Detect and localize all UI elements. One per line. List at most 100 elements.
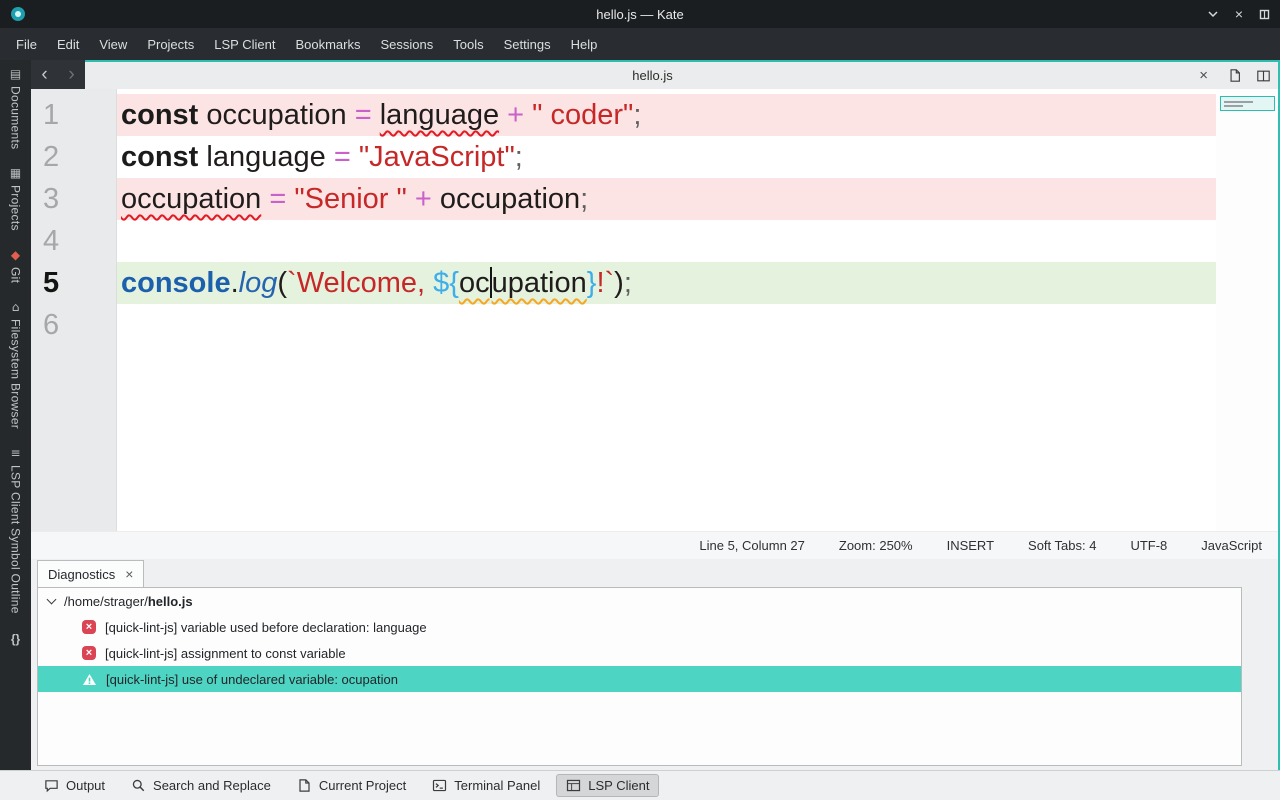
code-line-3[interactable]: occupation = "Senior " + occupation; xyxy=(117,178,1216,220)
new-document-icon[interactable] xyxy=(1220,62,1249,89)
toolbar-terminal-panel[interactable]: Terminal Panel xyxy=(422,774,550,797)
menubar: FileEditViewProjectsLSP ClientBookmarksS… xyxy=(0,28,1280,60)
code-token: occupation xyxy=(198,99,354,131)
diagnostics-close-icon[interactable]: × xyxy=(125,566,133,582)
toolbar-lsp-client[interactable]: LSP Client xyxy=(556,774,659,797)
code-token: ; xyxy=(515,141,523,173)
code-token xyxy=(351,141,359,173)
toolbar-search-and-replace[interactable]: Search and Replace xyxy=(121,774,281,797)
code-token xyxy=(499,99,507,131)
code-token: const xyxy=(121,141,198,173)
diagnostic-row[interactable]: [quick-lint-js] use of undeclared variab… xyxy=(38,666,1241,692)
diagnostics-panel: Diagnostics × /home/strager/hello.js ×[q… xyxy=(31,559,1278,770)
tab-close-icon[interactable]: × xyxy=(1199,67,1208,84)
status-zoom-level[interactable]: Zoom: 250% xyxy=(839,538,913,553)
terminal-icon xyxy=(432,778,447,793)
file-path: /home/strager/hello.js xyxy=(64,594,193,609)
code-area[interactable]: const occupation = language + " coder";c… xyxy=(117,89,1216,531)
tab-diagnostics[interactable]: Diagnostics × xyxy=(37,560,144,587)
editor[interactable]: 123456 const occupation = language + " c… xyxy=(31,89,1278,531)
code-line-2[interactable]: const language = "JavaScript"; xyxy=(117,136,1216,178)
code-token: ${ xyxy=(433,267,459,299)
shade-window-icon[interactable] xyxy=(1207,8,1219,20)
forward-icon[interactable]: › xyxy=(58,60,85,89)
code-token: !` xyxy=(596,267,614,299)
menu-view[interactable]: View xyxy=(89,28,137,60)
braces-icon[interactable]: {} xyxy=(11,632,20,646)
panel-tabbar: Diagnostics × xyxy=(31,559,1278,587)
code-token: + xyxy=(507,99,524,131)
menu-lsp-client[interactable]: LSP Client xyxy=(204,28,285,60)
menu-tools[interactable]: Tools xyxy=(443,28,493,60)
menu-help[interactable]: Help xyxy=(561,28,608,60)
tab-label: hello.js xyxy=(85,68,1220,83)
code-token: = xyxy=(269,183,286,215)
git-icon: ◆ xyxy=(11,249,20,261)
code-line-4[interactable] xyxy=(117,220,1216,262)
menu-bookmarks[interactable]: Bookmarks xyxy=(285,28,370,60)
code-token: " coder" xyxy=(532,99,633,131)
projects-icon: ▦ xyxy=(10,167,21,179)
maximize-window-icon[interactable] xyxy=(1259,9,1270,20)
status-encoding[interactable]: UTF-8 xyxy=(1130,538,1167,553)
code-token xyxy=(524,99,532,131)
symbol-outline-icon: ≡ xyxy=(10,447,20,459)
diagnostic-row[interactable]: ×[quick-lint-js] assignment to const var… xyxy=(38,640,1241,666)
sidebar-item-label: LSP Client Symbol Outline xyxy=(9,465,23,614)
left-sidebar: ▤Documents ▦Projects ◆Git ⌂Filesystem Brows… xyxy=(0,60,31,770)
minimap-viewport[interactable] xyxy=(1220,96,1275,111)
sidebar-item-label: Documents xyxy=(9,86,23,149)
toolbar-button-label: Output xyxy=(66,778,105,793)
error-icon: × xyxy=(82,620,96,634)
code-token: upation xyxy=(492,267,587,299)
statusbar: Line 5, Column 27 Zoom: 250% INSERT Soft Ta… xyxy=(31,531,1278,559)
status-syntax-mode[interactable]: JavaScript xyxy=(1201,538,1262,553)
line-number: 4 xyxy=(31,220,116,262)
code-token: = xyxy=(334,141,351,173)
sidebar-item-filesystem-browser[interactable]: ⌂Filesystem Browser xyxy=(9,301,23,429)
sidebar-item-documents[interactable]: ▤Documents xyxy=(9,68,23,149)
code-line-6[interactable] xyxy=(117,304,1216,346)
status-tab-settings[interactable]: Soft Tabs: 4 xyxy=(1028,538,1096,553)
code-token: "Senior " xyxy=(294,183,406,215)
line-number: 1 xyxy=(31,94,116,136)
menu-file[interactable]: File xyxy=(6,28,47,60)
status-cursor-position[interactable]: Line 5, Column 27 xyxy=(699,538,805,553)
code-token: language xyxy=(198,141,333,173)
status-input-mode[interactable]: INSERT xyxy=(947,538,994,553)
menu-edit[interactable]: Edit xyxy=(47,28,89,60)
menu-settings[interactable]: Settings xyxy=(494,28,561,60)
toolbar-button-label: Search and Replace xyxy=(153,778,271,793)
diagnostic-row[interactable]: ×[quick-lint-js] variable used before de… xyxy=(38,614,1241,640)
tab-zone: hello.js × xyxy=(85,60,1278,89)
code-token: occupation xyxy=(432,183,580,215)
menu-projects[interactable]: Projects xyxy=(137,28,204,60)
code-token: language xyxy=(380,99,499,131)
titlebar: hello.js — Kate × xyxy=(0,0,1280,28)
code-token: } xyxy=(587,267,597,299)
code-token: . xyxy=(231,267,239,299)
toolbar-output[interactable]: Output xyxy=(34,774,115,797)
sidebar-item-git[interactable]: ◆Git xyxy=(9,249,23,283)
error-icon: × xyxy=(82,646,96,660)
menu-sessions[interactable]: Sessions xyxy=(371,28,444,60)
split-view-icon[interactable] xyxy=(1249,62,1278,89)
code-token: console xyxy=(121,267,231,299)
toolbar-current-project[interactable]: Current Project xyxy=(287,774,416,797)
back-icon[interactable]: ‹ xyxy=(31,60,58,89)
code-line-1[interactable]: const occupation = language + " coder"; xyxy=(117,94,1216,136)
tabbar: ‹ › hello.js × xyxy=(31,60,1278,89)
minimap[interactable] xyxy=(1216,89,1278,531)
collapse-icon[interactable] xyxy=(47,594,57,604)
diagnostics-file-row[interactable]: /home/strager/hello.js xyxy=(38,588,1241,614)
code-token: occupation xyxy=(121,183,261,215)
code-token: ( xyxy=(277,267,287,299)
sidebar-item-lsp-client-symbol-outline[interactable]: ≡ LSP Client Symbol Outline xyxy=(9,447,23,614)
kate-window: hello.js — Kate × FileEditViewProjectsLS… xyxy=(0,0,1280,800)
code-line-5[interactable]: console.log(`Welcome, ${ocupation}!`); xyxy=(117,262,1216,304)
tab-hello-js[interactable]: hello.js × xyxy=(85,62,1220,89)
window-title: hello.js — Kate xyxy=(0,7,1280,22)
diagnostics-tab-label: Diagnostics xyxy=(48,567,115,582)
close-window-icon[interactable]: × xyxy=(1235,6,1243,22)
sidebar-item-projects[interactable]: ▦Projects xyxy=(9,167,23,231)
